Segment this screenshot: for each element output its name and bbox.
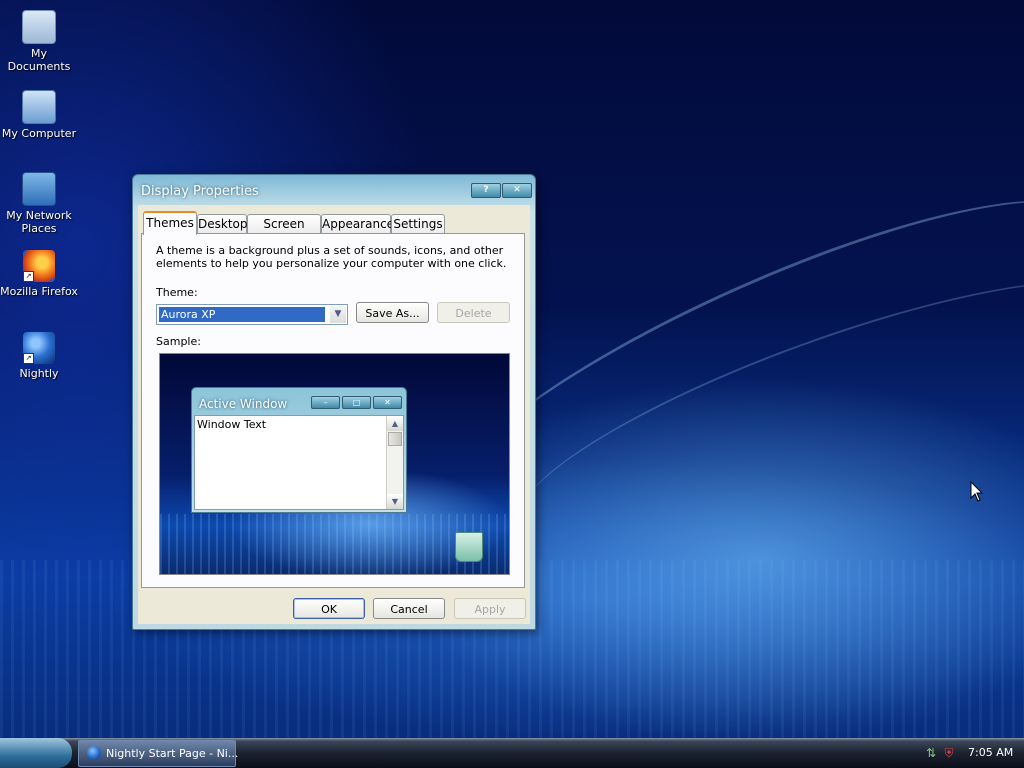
- network-icon[interactable]: ⇅: [924, 746, 938, 760]
- tab-desktop[interactable]: Desktop: [197, 214, 248, 233]
- apply-button[interactable]: Apply: [454, 598, 526, 619]
- cancel-button[interactable]: Cancel: [373, 598, 445, 619]
- close-icon: ✕: [373, 396, 402, 409]
- desktop-icon-label: Nightly: [19, 367, 59, 380]
- sample-active-window: Active Window – □ ✕ Window Text ▲ ▼: [191, 387, 407, 513]
- dialog-client-area: Themes Desktop Screen Saver Appearance S…: [138, 205, 530, 624]
- maximize-icon: □: [342, 396, 371, 409]
- desktop-icon-my-network-places[interactable]: My Network Places: [0, 172, 78, 235]
- desktop-icon-label: My Network Places: [6, 209, 72, 235]
- desktop-icon-my-documents[interactable]: My Documents: [0, 10, 78, 73]
- help-button[interactable]: ?: [471, 183, 501, 198]
- theme-sample-preview: Active Window – □ ✕ Window Text ▲ ▼: [159, 353, 510, 575]
- scroll-up-icon: ▲: [387, 416, 403, 431]
- ok-button[interactable]: OK: [293, 598, 365, 619]
- sample-window-text: Window Text: [197, 418, 267, 431]
- theme-select-value: Aurora XP: [159, 307, 325, 322]
- desktop-icon-label: Mozilla Firefox: [0, 285, 78, 298]
- tab-appearance[interactable]: Appearance: [321, 214, 394, 233]
- chevron-down-icon[interactable]: ▼: [330, 306, 346, 323]
- sample-scrollbar: ▲ ▼: [386, 416, 403, 509]
- folder-documents-icon: [22, 10, 56, 44]
- theme-label: Theme:: [156, 286, 198, 299]
- minimize-icon: –: [311, 396, 340, 409]
- desktop-icon-label: My Documents: [7, 47, 71, 73]
- security-shield-icon[interactable]: ⛨: [942, 746, 956, 760]
- tab-screen-saver[interactable]: Screen Saver: [247, 214, 321, 249]
- nightly-browser-icon: ↗: [23, 332, 55, 364]
- network-places-icon: [22, 172, 56, 206]
- scroll-down-icon: ▼: [387, 494, 403, 509]
- system-tray: ⇅ ⛨ 7:05 AM: [916, 738, 1024, 768]
- tab-themes[interactable]: Themes: [143, 211, 197, 235]
- recycle-bin-icon: [455, 532, 483, 562]
- scroll-thumb: [388, 432, 402, 446]
- dialog-titlebar[interactable]: Display Properties ? ✕: [133, 175, 535, 205]
- delete-button[interactable]: Delete: [437, 302, 510, 323]
- sample-window-body: Window Text ▲ ▼: [194, 415, 404, 510]
- desktop-icon-firefox[interactable]: ↗ Mozilla Firefox: [0, 250, 78, 298]
- mouse-cursor-icon: [970, 481, 984, 502]
- start-button[interactable]: [0, 738, 72, 768]
- desktop-icon-nightly[interactable]: ↗ Nightly: [0, 332, 78, 380]
- sample-label: Sample:: [156, 335, 201, 348]
- taskbar-item-label: Nightly Start Page - Ni...: [106, 747, 239, 760]
- tab-settings[interactable]: Settings: [391, 214, 445, 233]
- display-properties-dialog: Display Properties ? ✕ Themes Desktop Sc…: [132, 174, 536, 630]
- theme-select[interactable]: Aurora XP ▼: [156, 304, 348, 325]
- save-as-button[interactable]: Save As...: [356, 302, 429, 323]
- sample-window-title: Active Window: [199, 397, 288, 411]
- shortcut-arrow-icon: ↗: [23, 271, 34, 282]
- clock[interactable]: 7:05 AM: [968, 738, 1013, 768]
- taskbar-item-nightly[interactable]: Nightly Start Page - Ni...: [78, 740, 239, 767]
- desktop-icon-my-computer[interactable]: My Computer: [0, 90, 78, 140]
- nightly-browser-icon: [87, 746, 101, 760]
- taskbar: Nightly Start Page - Ni... ⇅ ⛨ 7:05 AM: [0, 738, 1024, 768]
- computer-icon: [22, 90, 56, 124]
- shortcut-arrow-icon: ↗: [23, 353, 34, 364]
- close-button[interactable]: ✕: [502, 183, 532, 198]
- firefox-icon: ↗: [23, 250, 55, 282]
- desktop-icon-label: My Computer: [1, 127, 77, 140]
- dialog-title: Display Properties: [141, 184, 259, 199]
- theme-description: A theme is a background plus a set of so…: [156, 244, 507, 270]
- themes-tab-panel: A theme is a background plus a set of so…: [141, 233, 525, 588]
